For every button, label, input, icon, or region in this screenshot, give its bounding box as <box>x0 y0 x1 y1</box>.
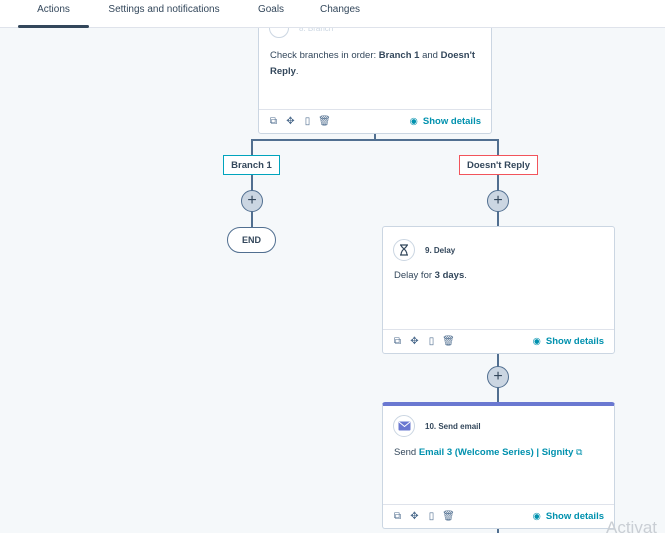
tab-actions[interactable]: Actions <box>18 0 89 28</box>
card-description: Check branches in order: Branch 1 and Do… <box>270 50 476 77</box>
hourglass-icon <box>393 239 415 261</box>
branch-action-card[interactable]: 8. Branch Check branches in order: Branc… <box>258 14 492 134</box>
external-link-icon[interactable]: ⧉ <box>576 447 582 457</box>
eye-icon: ◉ <box>532 336 541 347</box>
card-toolbar: ⧉ ✥ ▯ 🗑 ◉ Show details <box>383 329 614 353</box>
move-icon[interactable]: ✥ <box>410 336 419 347</box>
connector <box>251 139 499 141</box>
clipboard-icon[interactable]: ▯ <box>303 116 312 127</box>
delete-icon[interactable]: 🗑 <box>442 336 455 347</box>
eye-icon: ◉ <box>409 116 418 127</box>
card-toolbar: ⧉ ✥ ▯ 🗑 ◉ Show details <box>383 504 614 528</box>
clipboard-icon[interactable]: ▯ <box>427 511 436 522</box>
plus-icon: + <box>247 192 257 209</box>
tab-goals[interactable]: Goals <box>254 0 288 28</box>
card-title: 9. Delay <box>425 245 456 255</box>
clipboard-icon[interactable]: ▯ <box>427 336 436 347</box>
card-description: Delay for 3 days. <box>394 270 467 281</box>
tab-changes[interactable]: Changes <box>318 0 362 28</box>
add-action-button[interactable]: + <box>487 366 509 388</box>
show-details-button[interactable]: ◉ Show details <box>410 116 481 127</box>
plus-icon: + <box>493 368 503 385</box>
email-link[interactable]: Email 3 (Welcome Series) | Signity <box>419 447 574 458</box>
delete-icon[interactable]: 🗑 <box>318 116 331 127</box>
plus-icon: + <box>493 192 503 209</box>
delete-icon[interactable]: 🗑 <box>442 511 455 522</box>
copy-icon[interactable]: ⧉ <box>393 511 402 522</box>
tab-bar: Actions Settings and notifications Goals… <box>0 0 665 28</box>
card-title: 10. Send email <box>425 421 481 431</box>
add-action-button[interactable]: + <box>241 190 263 212</box>
branch-label-branch-1[interactable]: Branch 1 <box>223 155 280 175</box>
card-description: Send Email 3 (Welcome Series) | Signity … <box>394 447 583 458</box>
move-icon[interactable]: ✥ <box>410 511 419 522</box>
card-toolbar: ⧉ ✥ ▯ 🗑 ◉ Show details <box>259 109 491 133</box>
end-node: END <box>227 227 276 253</box>
show-details-button[interactable]: ◉ Show details <box>533 336 604 347</box>
send-email-action-card[interactable]: 10. Send email Send Email 3 (Welcome Ser… <box>382 402 615 529</box>
add-action-button[interactable]: + <box>487 190 509 212</box>
connector <box>497 139 499 155</box>
tab-settings-and-notifications[interactable]: Settings and notifications <box>104 0 224 28</box>
copy-icon[interactable]: ⧉ <box>393 336 402 347</box>
activation-watermark: Activat <box>606 518 658 533</box>
branch-label-doesnt-reply[interactable]: Doesn't Reply <box>459 155 538 175</box>
move-icon[interactable]: ✥ <box>286 116 295 127</box>
delay-action-card[interactable]: 9. Delay Delay for 3 days. ⧉ ✥ ▯ 🗑 ◉ Show… <box>382 226 615 354</box>
copy-icon[interactable]: ⧉ <box>269 116 278 127</box>
email-icon <box>393 415 415 437</box>
connector <box>251 139 253 155</box>
eye-icon: ◉ <box>532 511 541 522</box>
show-details-button[interactable]: ◉ Show details <box>533 511 604 522</box>
